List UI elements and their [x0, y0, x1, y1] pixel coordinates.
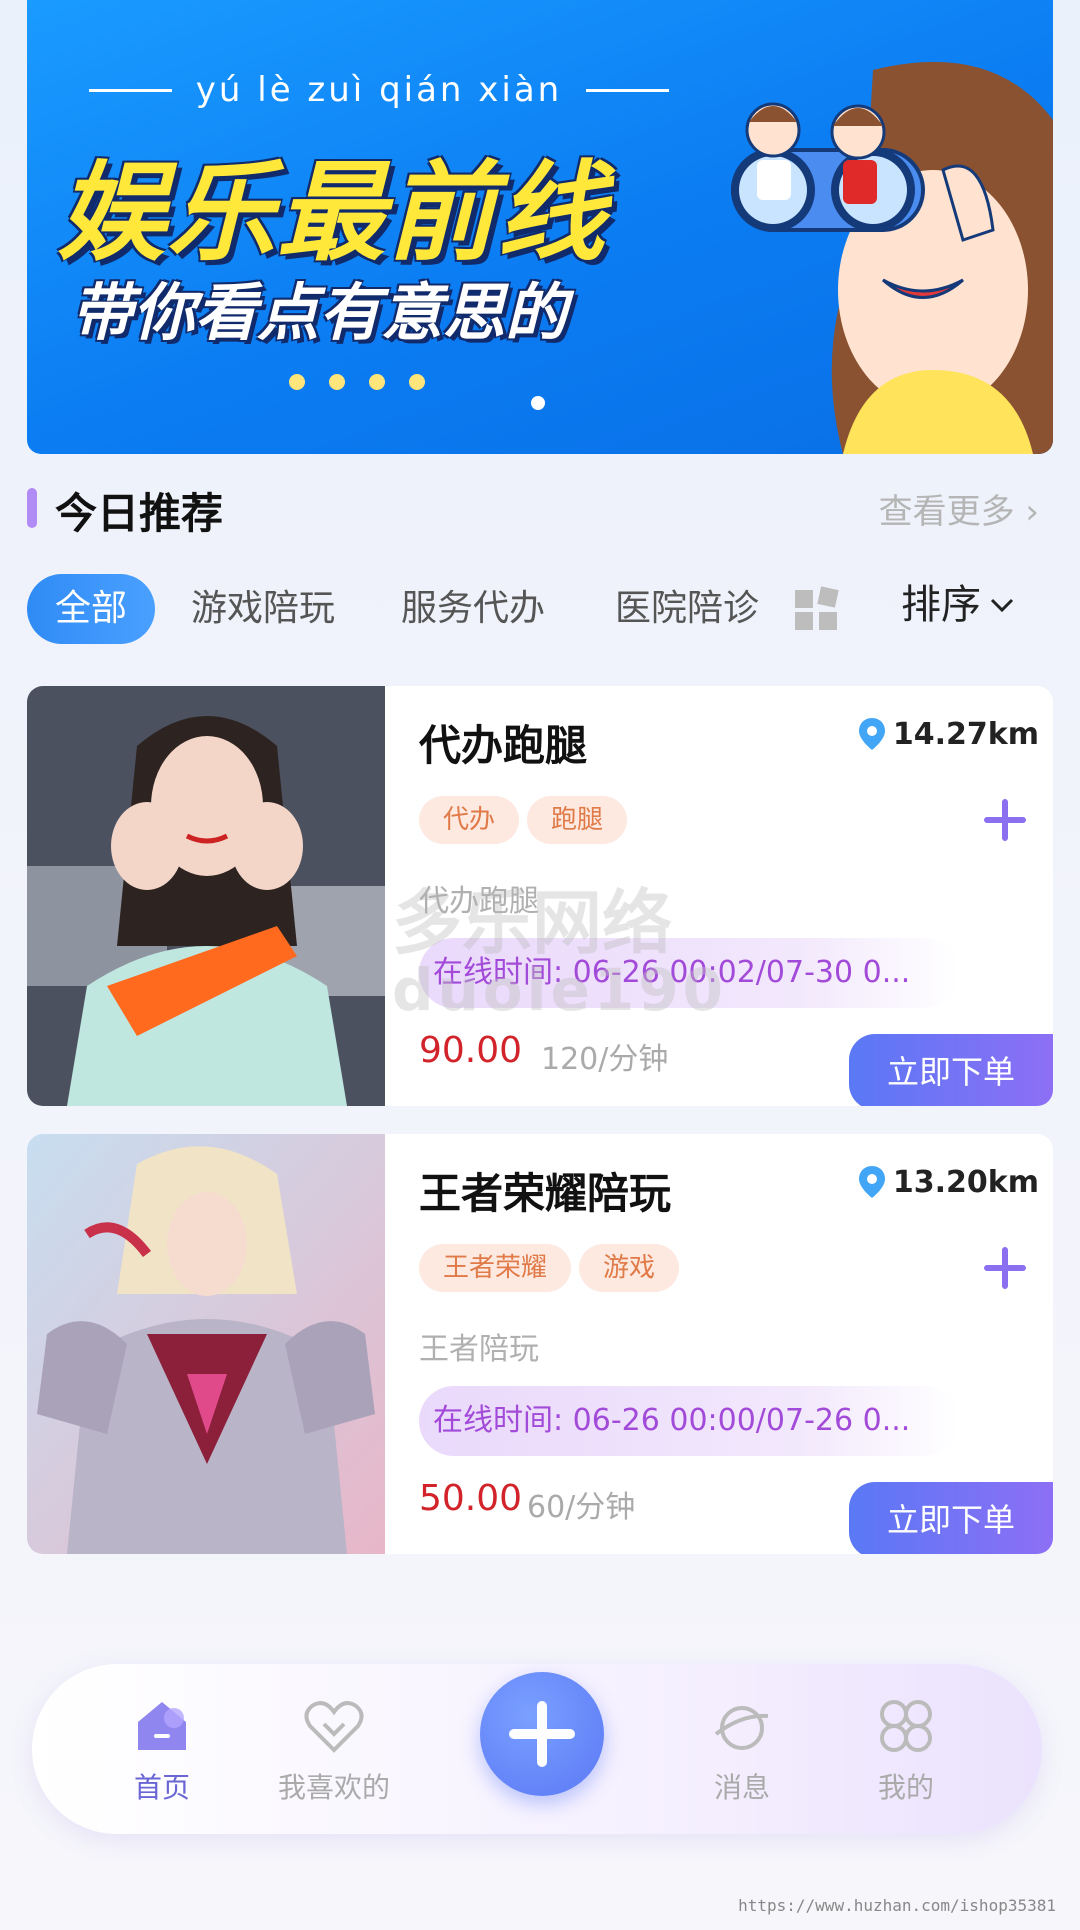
banner-title: 娱乐最前线	[57, 151, 608, 276]
home-icon	[138, 1702, 186, 1750]
see-more-label: 查看更多	[878, 492, 1015, 532]
nav-home[interactable]: 首页	[92, 1694, 232, 1806]
tab-service-agent[interactable]: 服务代办	[401, 574, 545, 644]
clover-icon	[880, 1700, 932, 1752]
tab-hospital-escort[interactable]: 医院陪诊	[615, 574, 759, 644]
carousel-indicator[interactable]	[531, 396, 545, 410]
nav-favorites[interactable]: 我喜欢的	[264, 1694, 404, 1806]
nav-label: 我的	[877, 1771, 934, 1804]
category-tabs: 全部 游戏陪玩 服务代办 医院陪诊 排序	[27, 574, 1053, 646]
service-card[interactable]: 王者荣耀陪玩 13.20km 王者荣耀 游戏 王者陪玩 在线时间: 06-26 …	[27, 1134, 1053, 1554]
tag: 游戏	[579, 1244, 680, 1292]
plus-icon	[509, 1701, 575, 1767]
price: 90.00	[419, 1030, 523, 1071]
tag: 跑腿	[527, 796, 628, 844]
add-button[interactable]	[480, 1672, 604, 1796]
card-body: 王者荣耀陪玩 13.20km 王者荣耀 游戏 王者陪玩 在线时间: 06-26 …	[385, 1134, 1053, 1554]
distance-badge: 13.20km	[857, 1164, 1039, 1200]
nav-profile[interactable]: 我的	[836, 1694, 976, 1806]
banner-subtitle: 带你看点有意思的	[71, 276, 568, 349]
online-time: 在线时间: 06-26 00:00/07-26 0...	[419, 1386, 959, 1456]
plus-icon[interactable]	[983, 798, 1027, 842]
order-now-button[interactable]: 立即下单	[849, 1482, 1053, 1554]
nav-messages[interactable]: 消息	[672, 1694, 812, 1806]
heart-icon	[304, 1701, 364, 1753]
distance-value: 14.27km	[892, 716, 1039, 752]
watermark-subtext: duole190	[392, 956, 727, 1024]
order-now-button[interactable]: 立即下单	[849, 1034, 1053, 1106]
price: 50.00	[419, 1478, 523, 1519]
category-grid-icon[interactable]	[793, 586, 839, 632]
section-accent-bar	[27, 488, 37, 528]
tab-game-companion[interactable]: 游戏陪玩	[191, 574, 335, 644]
binoculars-girl-illustration	[731, 61, 1053, 454]
distance-value: 13.20km	[892, 1164, 1039, 1200]
card-title: 王者荣耀陪玩	[419, 1169, 672, 1218]
banner-dots	[289, 374, 425, 390]
planet-icon	[714, 1706, 769, 1750]
tag-list: 代办 跑腿	[419, 796, 628, 844]
location-pin-icon	[858, 1166, 885, 1198]
watermark-text: 多乐网络	[392, 882, 672, 964]
footer-url: https://www.huzhan.com/ishop35381	[738, 1896, 1056, 1915]
tag-list: 王者荣耀 游戏	[419, 1244, 680, 1292]
distance-badge: 14.27km	[857, 716, 1039, 752]
card-description: 王者陪玩	[419, 1332, 539, 1367]
bottom-nav: 首页 我喜欢的 消息 我的	[32, 1664, 1042, 1834]
tag: 王者荣耀	[419, 1244, 572, 1292]
card-title: 代办跑腿	[419, 721, 588, 770]
see-more-link[interactable]: 查看更多 ›	[879, 484, 1039, 533]
location-pin-icon	[858, 718, 885, 750]
price-unit: 120/分钟	[541, 1042, 669, 1077]
promo-banner[interactable]: yú lè zuì qián xiàn 娱乐最前线 带你看点有意思的	[27, 0, 1053, 454]
nav-label: 首页	[133, 1771, 190, 1804]
sort-label: 排序	[901, 582, 981, 628]
banner-pinyin-row: yú lè zuì qián xiàn	[89, 70, 670, 110]
nav-label: 消息	[713, 1771, 770, 1804]
sort-dropdown[interactable]: 排序	[901, 574, 1015, 636]
plus-icon[interactable]	[983, 1246, 1027, 1290]
chevron-right-icon: ›	[1025, 492, 1039, 532]
tab-all[interactable]: 全部	[27, 574, 156, 644]
app-page: yú lè zuì qián xiàn 娱乐最前线 带你看点有意思的 今日推荐 …	[0, 0, 1080, 1930]
chevron-down-icon	[990, 598, 1014, 613]
tag: 代办	[419, 796, 520, 844]
banner-pinyin: yú lè zuì qián xiàn	[195, 70, 563, 110]
section-header: 今日推荐 查看更多 ›	[27, 480, 1053, 540]
card-photo-woman	[27, 686, 385, 1106]
section-title: 今日推荐	[55, 489, 224, 538]
nav-label: 我喜欢的	[277, 1771, 390, 1804]
price-unit: 60/分钟	[527, 1490, 636, 1525]
card-photo-game-hero	[27, 1134, 385, 1554]
